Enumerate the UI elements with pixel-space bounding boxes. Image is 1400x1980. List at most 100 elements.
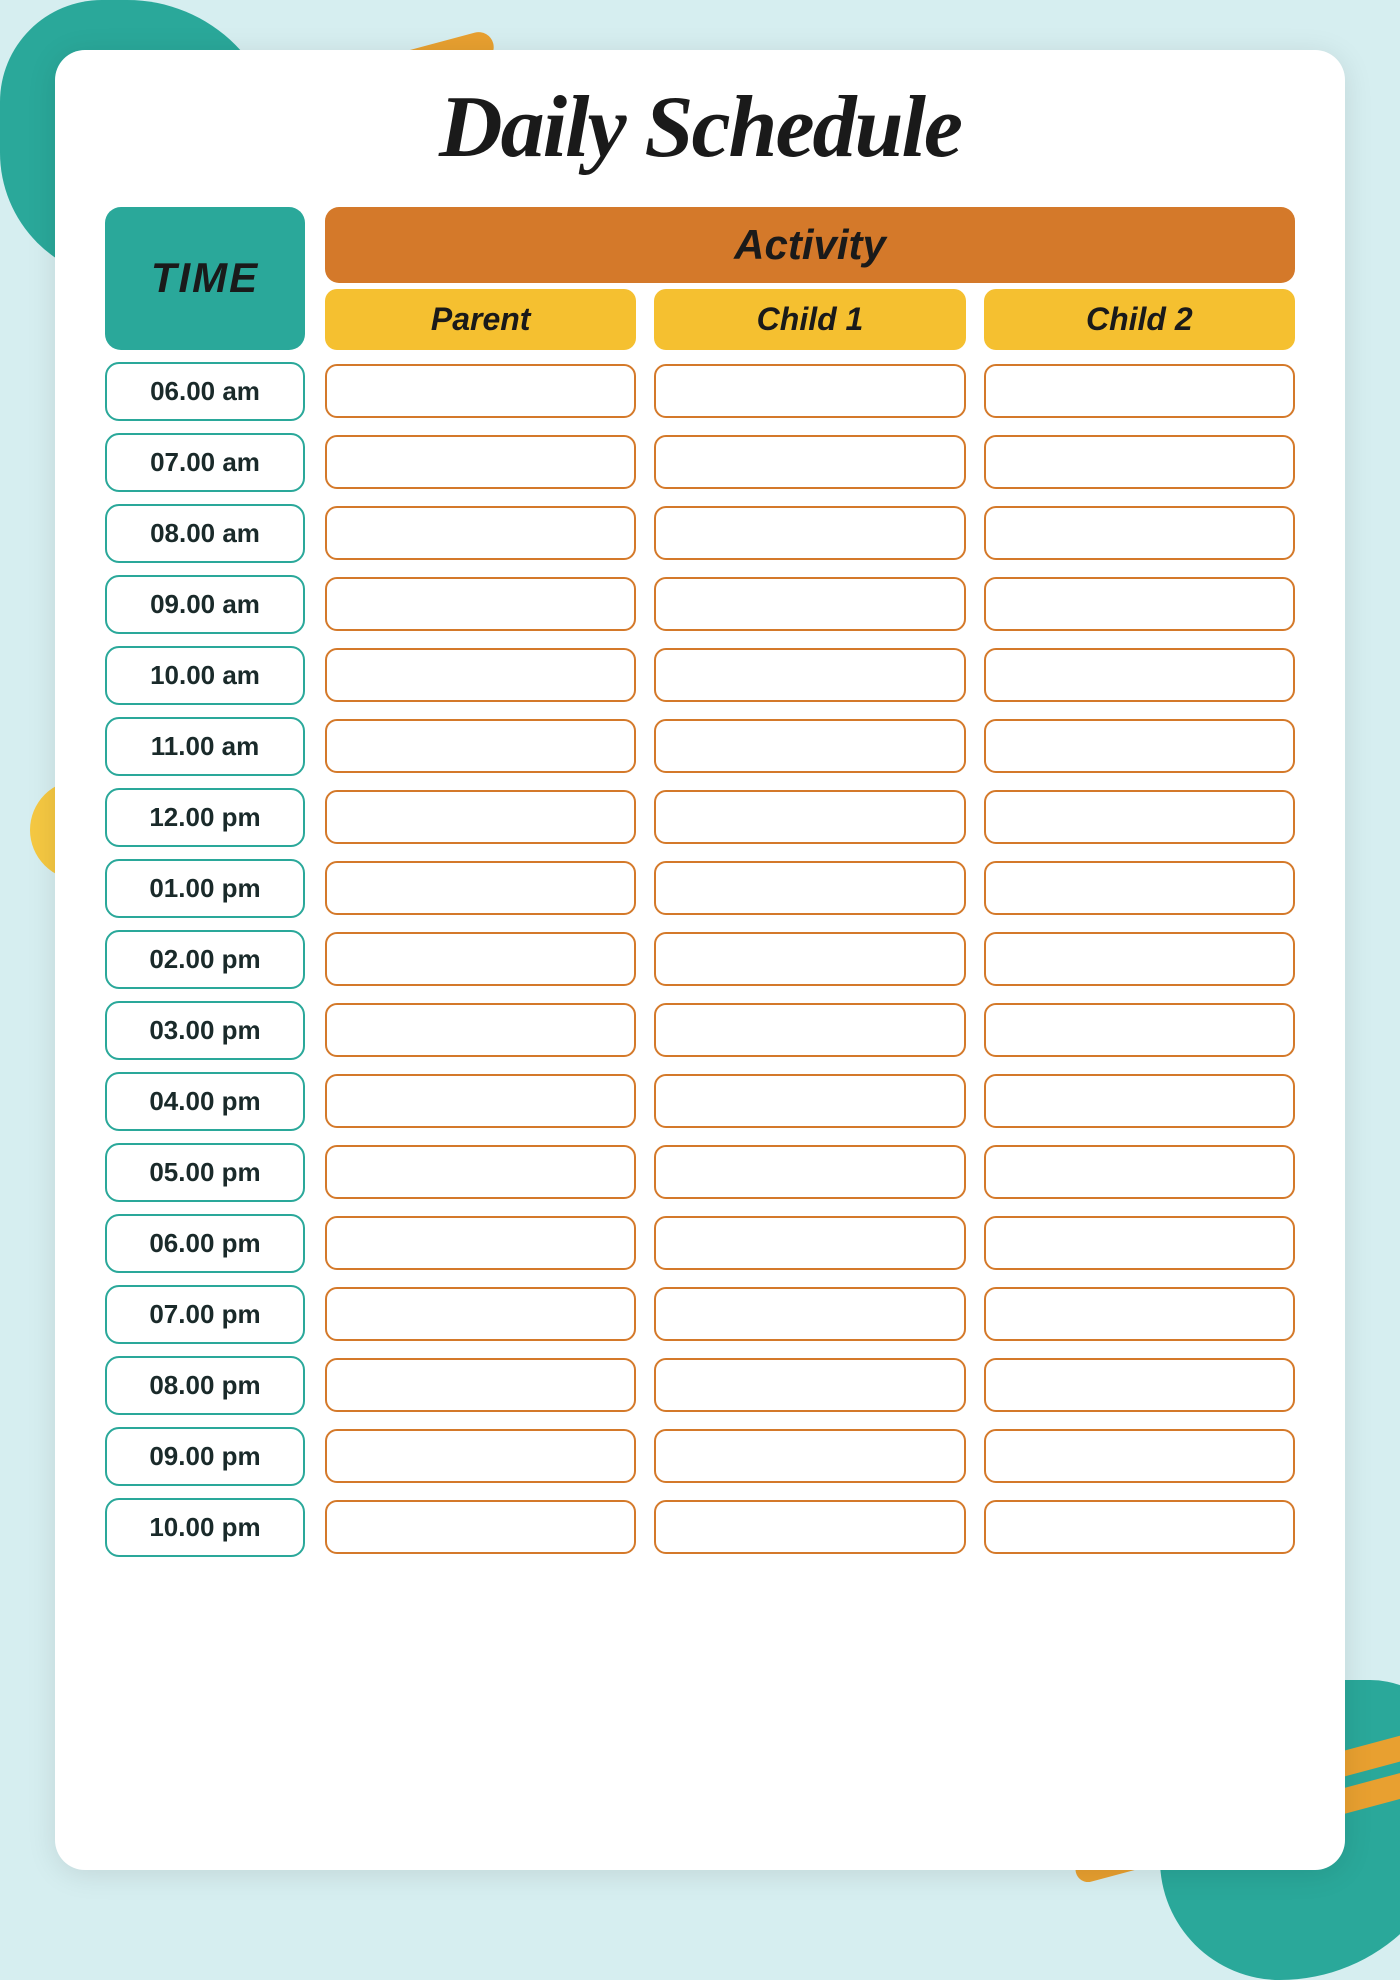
table-row: 08.00 am xyxy=(105,504,1295,563)
activity-input-cell[interactable] xyxy=(984,1287,1295,1341)
activity-input-cell[interactable] xyxy=(984,1500,1295,1554)
time-label: 10.00 am xyxy=(150,660,260,690)
table-row: 09.00 pm xyxy=(105,1427,1295,1486)
time-cell: 08.00 pm xyxy=(105,1356,305,1415)
activity-input-cell[interactable] xyxy=(654,790,965,844)
activity-input-cell[interactable] xyxy=(984,435,1295,489)
activity-cells xyxy=(325,861,1295,915)
table-header: TIME Activity Parent Child 1 Child 2 xyxy=(105,207,1295,350)
activity-cells xyxy=(325,932,1295,986)
activity-input-cell[interactable] xyxy=(654,1145,965,1199)
activity-input-cell[interactable] xyxy=(984,506,1295,560)
activity-input-cell[interactable] xyxy=(325,648,636,702)
time-label: 02.00 pm xyxy=(149,944,260,974)
activity-cells xyxy=(325,719,1295,773)
activity-cells xyxy=(325,1500,1295,1554)
page-title: Daily Schedule xyxy=(105,80,1295,177)
activity-input-cell[interactable] xyxy=(325,1074,636,1128)
activity-input-cell[interactable] xyxy=(654,1074,965,1128)
activity-input-cell[interactable] xyxy=(984,861,1295,915)
activity-cells xyxy=(325,435,1295,489)
activity-input-cell[interactable] xyxy=(654,648,965,702)
activity-input-cell[interactable] xyxy=(325,1003,636,1057)
activity-input-cell[interactable] xyxy=(325,1216,636,1270)
activity-input-cell[interactable] xyxy=(325,435,636,489)
time-cell: 06.00 pm xyxy=(105,1214,305,1273)
table-row: 12.00 pm xyxy=(105,788,1295,847)
time-cell: 10.00 am xyxy=(105,646,305,705)
activity-cells xyxy=(325,1216,1295,1270)
activity-input-cell[interactable] xyxy=(984,1216,1295,1270)
activity-input-cell[interactable] xyxy=(325,577,636,631)
time-label: 09.00 am xyxy=(150,589,260,619)
activity-input-cell[interactable] xyxy=(654,1003,965,1057)
activity-input-cell[interactable] xyxy=(325,1145,636,1199)
time-cell: 10.00 pm xyxy=(105,1498,305,1557)
activity-input-cell[interactable] xyxy=(654,1358,965,1412)
activity-input-cell[interactable] xyxy=(654,506,965,560)
activity-input-cell[interactable] xyxy=(984,1074,1295,1128)
activity-input-cell[interactable] xyxy=(325,861,636,915)
time-cell: 03.00 pm xyxy=(105,1001,305,1060)
time-label: 10.00 pm xyxy=(149,1512,260,1542)
activity-input-cell[interactable] xyxy=(654,577,965,631)
activity-input-cell[interactable] xyxy=(654,932,965,986)
activity-input-cell[interactable] xyxy=(654,364,965,418)
activity-input-cell[interactable] xyxy=(325,1287,636,1341)
activity-input-cell[interactable] xyxy=(984,648,1295,702)
activity-input-cell[interactable] xyxy=(984,790,1295,844)
time-cell: 02.00 pm xyxy=(105,930,305,989)
activity-input-cell[interactable] xyxy=(325,790,636,844)
time-cell: 08.00 am xyxy=(105,504,305,563)
activity-input-cell[interactable] xyxy=(325,1358,636,1412)
activity-cells xyxy=(325,1074,1295,1128)
activity-input-cell[interactable] xyxy=(325,506,636,560)
activity-main-label: Activity xyxy=(734,221,886,268)
time-cell: 07.00 pm xyxy=(105,1285,305,1344)
activity-input-cell[interactable] xyxy=(325,364,636,418)
table-row: 11.00 am xyxy=(105,717,1295,776)
time-label: 01.00 pm xyxy=(149,873,260,903)
activity-input-cell[interactable] xyxy=(654,435,965,489)
schedule-table: TIME Activity Parent Child 1 Child 2 xyxy=(105,207,1295,1557)
time-cell: 01.00 pm xyxy=(105,859,305,918)
time-label: 09.00 pm xyxy=(149,1441,260,1471)
activity-input-cell[interactable] xyxy=(325,932,636,986)
table-row: 09.00 am xyxy=(105,575,1295,634)
time-label: 05.00 pm xyxy=(149,1157,260,1187)
time-cell: 12.00 pm xyxy=(105,788,305,847)
activity-main-header: Activity xyxy=(325,207,1295,283)
table-row: 07.00 am xyxy=(105,433,1295,492)
time-cell: 04.00 pm xyxy=(105,1072,305,1131)
activity-input-cell[interactable] xyxy=(984,1003,1295,1057)
activity-input-cell[interactable] xyxy=(654,1429,965,1483)
activity-input-cell[interactable] xyxy=(325,719,636,773)
activity-cells xyxy=(325,648,1295,702)
activity-input-cell[interactable] xyxy=(984,1358,1295,1412)
activity-input-cell[interactable] xyxy=(654,719,965,773)
activity-input-cell[interactable] xyxy=(654,1500,965,1554)
sub-header-child2: Child 2 xyxy=(984,289,1295,350)
activity-input-cell[interactable] xyxy=(325,1429,636,1483)
time-header-cell: TIME xyxy=(105,207,305,350)
activity-input-cell[interactable] xyxy=(984,1145,1295,1199)
activity-input-cell[interactable] xyxy=(325,1500,636,1554)
time-label: 08.00 am xyxy=(150,518,260,548)
activity-input-cell[interactable] xyxy=(654,1216,965,1270)
activity-input-cell[interactable] xyxy=(984,1429,1295,1483)
table-row: 03.00 pm xyxy=(105,1001,1295,1060)
activity-cells xyxy=(325,577,1295,631)
time-cell: 06.00 am xyxy=(105,362,305,421)
sub-header-parent: Parent xyxy=(325,289,636,350)
table-row: 01.00 pm xyxy=(105,859,1295,918)
activity-input-cell[interactable] xyxy=(984,932,1295,986)
activity-input-cell[interactable] xyxy=(984,719,1295,773)
activity-input-cell[interactable] xyxy=(654,861,965,915)
time-cell: 11.00 am xyxy=(105,717,305,776)
sub-headers: Parent Child 1 Child 2 xyxy=(325,289,1295,350)
table-row: 05.00 pm xyxy=(105,1143,1295,1202)
activity-input-cell[interactable] xyxy=(984,364,1295,418)
activity-input-cell[interactable] xyxy=(654,1287,965,1341)
data-rows: 06.00 am 07.00 am 08.00 am 09.00 am 10.00 am… xyxy=(105,362,1295,1557)
activity-input-cell[interactable] xyxy=(984,577,1295,631)
